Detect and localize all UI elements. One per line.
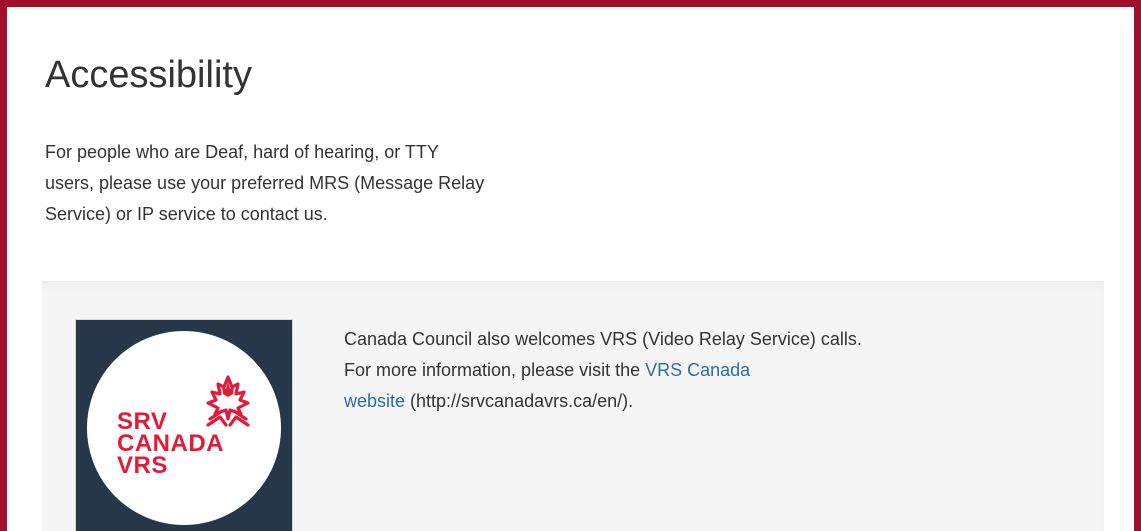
- intro-line: users, please use your preferred MRS (Me…: [45, 173, 485, 193]
- logo-wordmark: SRV CANADA VRS: [117, 410, 224, 479]
- vrs-url-text: (http://srvcanadavrs.ca/en/).: [405, 391, 634, 411]
- vrs-canada-link[interactable]: VRS Canada: [645, 360, 750, 380]
- intro-paragraph: For people who are Deaf, hard of hearing…: [45, 137, 685, 230]
- vrs-line-3: website (http://srvcanadavrs.ca/en/).: [344, 386, 1084, 417]
- vrs-description: Canada Council also welcomes VRS (Video …: [344, 324, 1084, 417]
- vrs-line-1: Canada Council also welcomes VRS (Video …: [344, 329, 862, 349]
- vrs-callout: SRV CANADA VRS Canada Council also welco…: [42, 281, 1104, 531]
- srv-canada-vrs-logo: SRV CANADA VRS: [75, 319, 293, 531]
- page-frame: Accessibility For people who are Deaf, h…: [0, 0, 1141, 531]
- logo-circle: SRV CANADA VRS: [87, 331, 281, 525]
- intro-line: For people who are Deaf, hard of hearing…: [45, 142, 439, 162]
- page-title: Accessibility: [45, 54, 252, 96]
- vrs-line-2: For more information, please visit the V…: [344, 355, 1084, 386]
- logo-line-vrs: VRS: [117, 452, 168, 479]
- intro-line: Service) or IP service to contact us.: [45, 204, 328, 224]
- vrs-line-2-text: For more information, please visit the: [344, 360, 646, 380]
- vrs-website-link[interactable]: website: [344, 391, 405, 411]
